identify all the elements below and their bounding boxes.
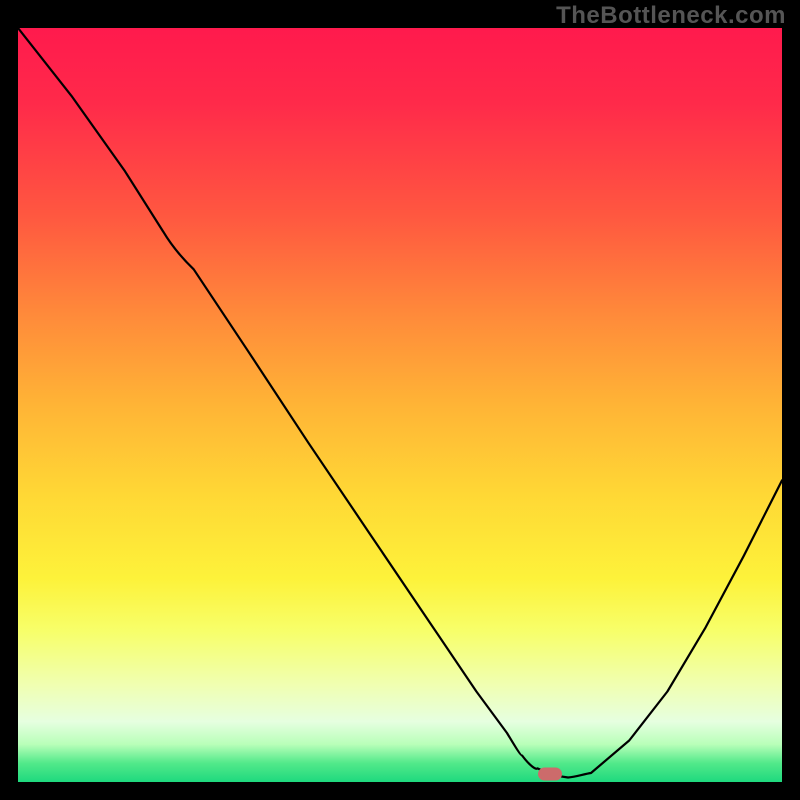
chart-frame: TheBottleneck.com: [0, 0, 800, 800]
plot-area: [18, 28, 782, 782]
curve-svg: [18, 28, 782, 782]
watermark-text: TheBottleneck.com: [556, 2, 786, 30]
bottleneck-marker: [538, 768, 562, 781]
bottleneck-curve-path: [18, 28, 782, 778]
